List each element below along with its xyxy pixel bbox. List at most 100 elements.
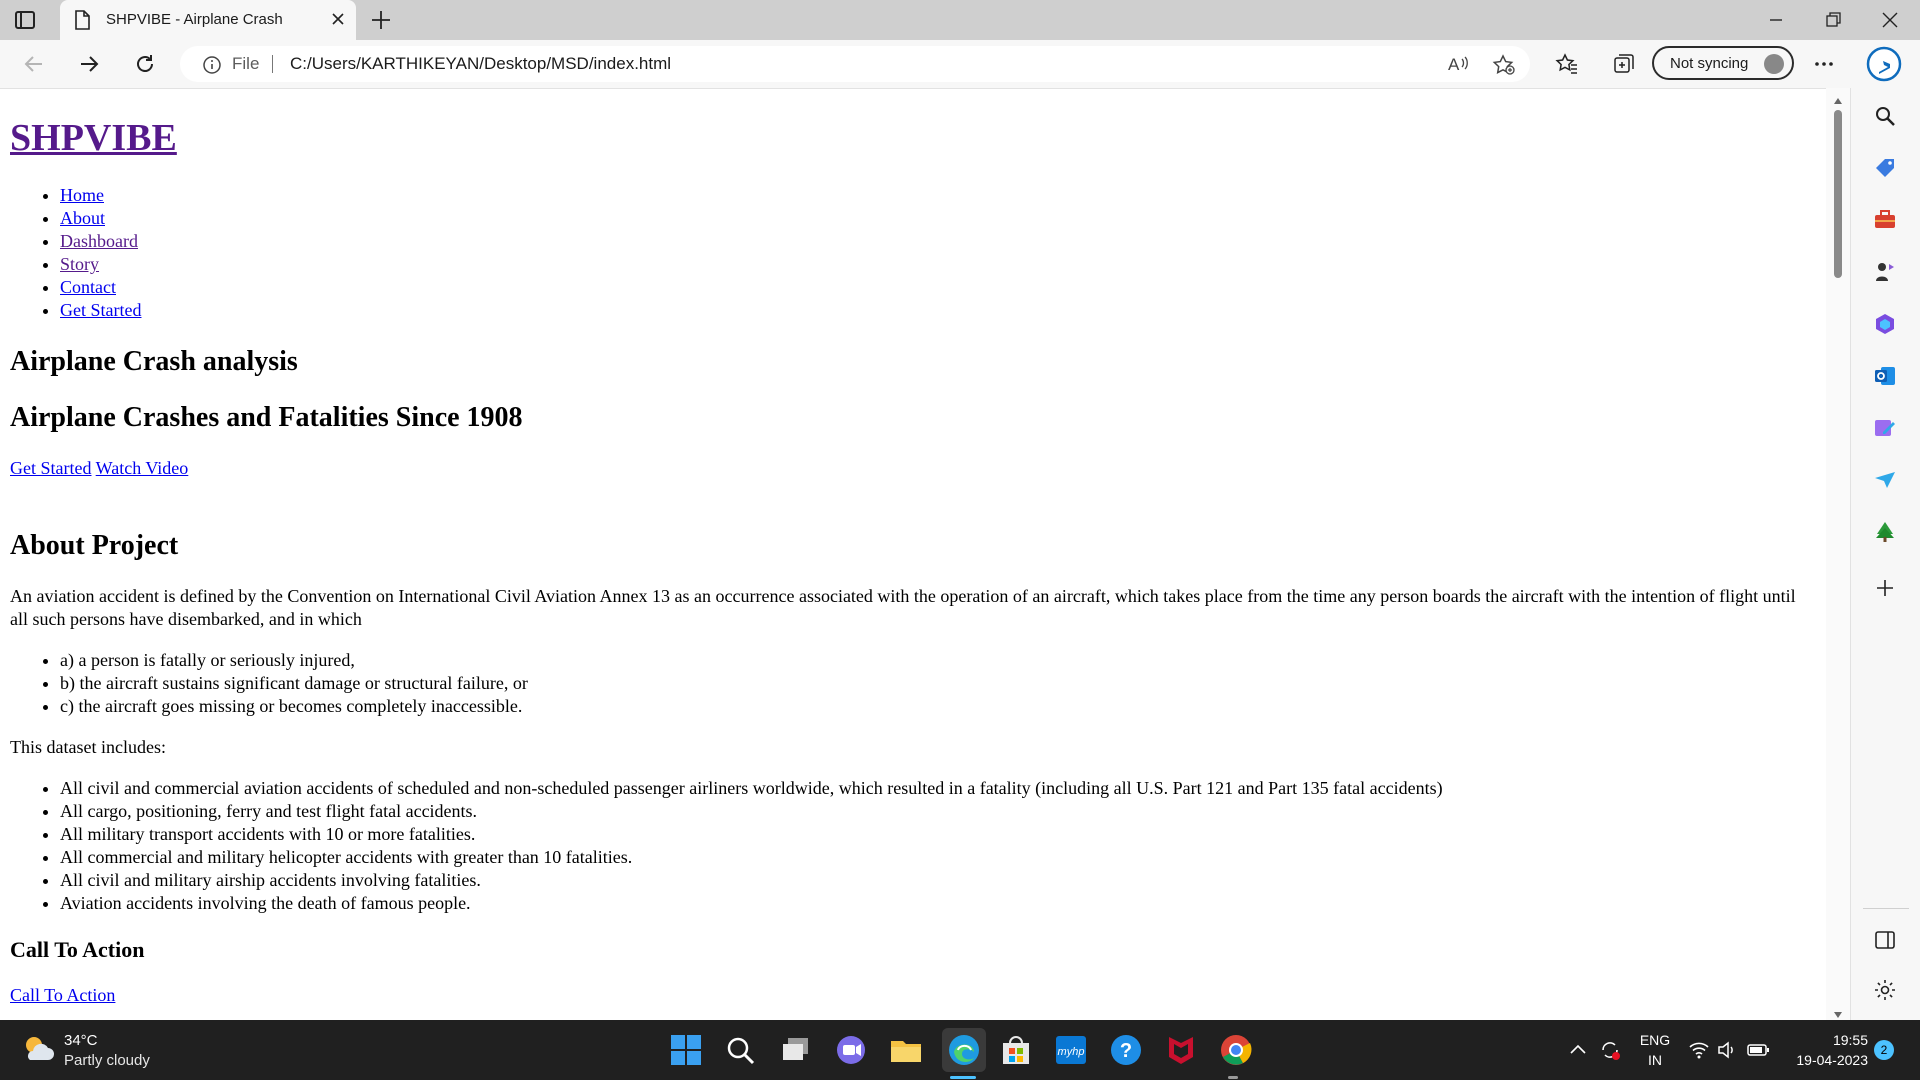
bing-chat-icon[interactable]	[1866, 46, 1902, 87]
clock-date[interactable]: 19-04-2023	[1772, 1052, 1868, 1068]
tab-actions-icon[interactable]	[14, 10, 44, 30]
scroll-up-icon[interactable]	[1833, 92, 1843, 110]
list-item: Aviation accidents involving the death o…	[60, 892, 1816, 915]
sync-profile-button[interactable]: Not syncing	[1652, 46, 1794, 80]
list-item: All civil and commercial aviation accide…	[60, 777, 1816, 800]
hero-subtitle: Airplane Crashes and Fatalities Since 19…	[10, 402, 523, 433]
close-tab-icon[interactable]	[330, 11, 346, 32]
accident-conditions-list: a) a person is fatally or seriously inju…	[10, 649, 1816, 718]
myhp-label: myhp	[1058, 1046, 1085, 1058]
url-text[interactable]: C:/Users/KARTHIKEYAN/Desktop/MSD/index.h…	[290, 54, 671, 74]
nav-link-get-started[interactable]: Get Started	[60, 300, 141, 320]
designer-icon[interactable]	[1873, 416, 1897, 445]
cta-link[interactable]: Call To Action	[10, 985, 115, 1005]
hero-actions: Get Started Watch Video	[10, 457, 1816, 480]
weather-description[interactable]: Partly cloudy	[64, 1052, 150, 1069]
taskbar-search-icon[interactable]	[722, 1032, 758, 1068]
address-toolbar: File C:/Users/KARTHIKEYAN/Desktop/MSD/in…	[0, 40, 1920, 89]
nav-link-story[interactable]: Story	[60, 254, 99, 274]
list-item: b) the aircraft sustains significant dam…	[60, 672, 1816, 695]
dataset-items-list: All civil and commercial aviation accide…	[10, 777, 1816, 915]
mcafee-icon[interactable]	[1163, 1032, 1199, 1068]
partly-cloudy-icon[interactable]	[20, 1032, 56, 1071]
nav-item-about: About	[60, 207, 1816, 230]
list-item: All military transport accidents with 10…	[60, 823, 1816, 846]
language-region[interactable]: IN	[1636, 1052, 1674, 1068]
nav-link-dashboard[interactable]: Dashboard	[60, 231, 138, 251]
search-icon[interactable]	[1873, 104, 1897, 133]
brand-link[interactable]: SHPVIBE	[10, 117, 177, 159]
clock-time[interactable]: 19:55	[1772, 1032, 1868, 1048]
edge-browser-icon[interactable]	[942, 1028, 986, 1072]
battery-icon[interactable]	[1746, 1040, 1770, 1060]
nav-link-contact[interactable]: Contact	[60, 277, 116, 297]
get-started-link[interactable]: Get Started	[10, 458, 91, 478]
microsoft-store-icon[interactable]	[998, 1032, 1034, 1068]
dataset-intro: This dataset includes:	[10, 737, 166, 757]
brand-heading: SHPVIBE	[10, 116, 1816, 160]
nav-item-dashboard: Dashboard	[60, 230, 1816, 253]
svg-text:A: A	[1448, 55, 1460, 74]
chrome-icon[interactable]	[1218, 1032, 1254, 1068]
svg-text:?: ?	[1120, 1040, 1132, 1062]
add-sidebar-app-icon[interactable]	[1873, 576, 1897, 605]
nav-link-about[interactable]: About	[60, 208, 105, 228]
forward-icon[interactable]	[77, 52, 101, 81]
site-info-icon[interactable]	[202, 55, 222, 80]
notification-badge[interactable]: 2	[1874, 1040, 1894, 1060]
tree-icon[interactable]	[1873, 520, 1897, 549]
page-scrollbar[interactable]	[1826, 88, 1850, 1020]
watch-video-link[interactable]: Watch Video	[96, 458, 189, 478]
add-favorite-icon[interactable]	[1492, 54, 1516, 81]
new-tab-icon[interactable]	[370, 9, 392, 36]
list-item: All cargo, positioning, ferry and test f…	[60, 800, 1816, 823]
about-heading: About Project	[10, 530, 179, 561]
language-code[interactable]: ENG	[1636, 1032, 1674, 1048]
restore-icon[interactable]	[1823, 10, 1843, 35]
teams-chat-icon[interactable]	[833, 1032, 869, 1068]
scheme-label: File	[232, 54, 260, 73]
nav-item-get-started: Get Started	[60, 299, 1816, 322]
tools-briefcase-icon[interactable]	[1873, 208, 1897, 237]
shopping-tag-icon[interactable]	[1873, 156, 1897, 185]
file-explorer-icon[interactable]	[888, 1032, 924, 1068]
browser-tab-bar: SHPVIBE - Airplane Crash	[0, 0, 1920, 40]
read-aloud-icon[interactable]: A	[1448, 54, 1470, 79]
about-intro: An aviation accident is defined by the C…	[10, 586, 1796, 629]
edge-sidebar	[1850, 88, 1920, 1020]
start-windows-icon[interactable]	[668, 1032, 704, 1068]
settings-gear-icon[interactable]	[1873, 978, 1897, 1007]
profile-avatar	[1764, 54, 1784, 74]
send-icon[interactable]	[1873, 468, 1897, 497]
active-tab[interactable]: SHPVIBE - Airplane Crash	[60, 0, 356, 40]
myhp-icon[interactable]: myhp	[1053, 1032, 1089, 1068]
sync-status-icon[interactable]	[1598, 1038, 1622, 1062]
sync-label: Not syncing	[1670, 55, 1749, 72]
games-icon[interactable]	[1873, 260, 1897, 289]
task-view-icon[interactable]	[778, 1032, 814, 1068]
show-hidden-icons-icon[interactable]	[1568, 1040, 1588, 1060]
volume-icon[interactable]	[1716, 1040, 1738, 1060]
collections-icon[interactable]	[1612, 52, 1636, 81]
more-options-icon[interactable]	[1812, 52, 1836, 81]
weather-temperature[interactable]: 34°C	[64, 1032, 98, 1049]
favorites-icon[interactable]	[1555, 52, 1579, 81]
outlook-icon[interactable]	[1873, 364, 1897, 393]
list-item: All commercial and military helicopter a…	[60, 846, 1816, 869]
address-input[interactable]: File C:/Users/KARTHIKEYAN/Desktop/MSD/in…	[180, 46, 1530, 82]
list-item: a) a person is fatally or seriously inju…	[60, 649, 1816, 672]
nav-link-home[interactable]: Home	[60, 185, 104, 205]
office-icon[interactable]	[1873, 312, 1897, 341]
window-close-icon[interactable]	[1880, 10, 1900, 35]
refresh-icon[interactable]	[133, 52, 157, 81]
get-help-icon[interactable]: ?	[1108, 1032, 1144, 1068]
back-icon[interactable]	[22, 52, 46, 81]
scroll-thumb[interactable]	[1834, 110, 1842, 278]
tab-title: SHPVIBE - Airplane Crash	[106, 11, 283, 28]
document-icon	[74, 10, 90, 35]
minimize-icon[interactable]	[1766, 10, 1786, 35]
hide-sidebar-icon[interactable]	[1873, 928, 1897, 957]
wifi-icon[interactable]	[1688, 1040, 1710, 1060]
main-nav: Home About Dashboard Story Contact Get S…	[10, 184, 1816, 322]
